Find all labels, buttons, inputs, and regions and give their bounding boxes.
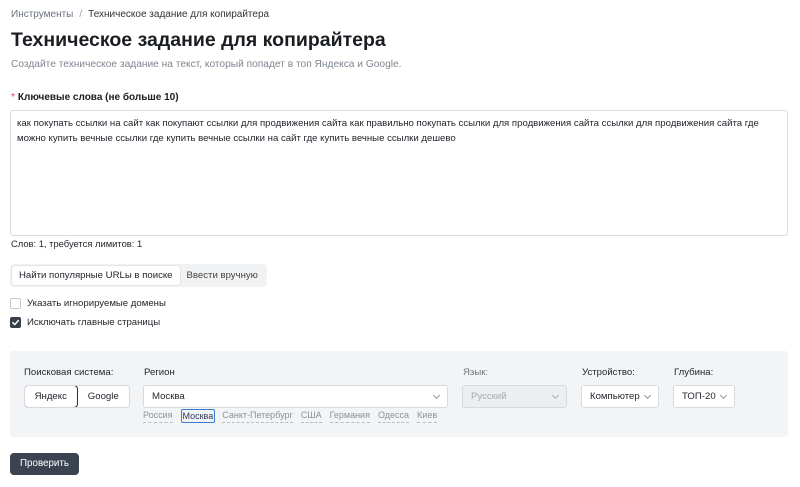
region-label: Регион	[144, 367, 175, 378]
region-link-germany[interactable]: Германия	[329, 409, 370, 423]
keywords-label-text: Ключевые слова (не больше 10)	[17, 92, 179, 103]
engine-switch: Яндекс Google	[24, 385, 130, 408]
language-label: Язык:	[463, 367, 489, 378]
depth-label: Глубина:	[674, 367, 714, 378]
checkmark-icon	[12, 319, 20, 326]
keywords-counter: Слов: 1, требуется лимитов: 1	[11, 238, 143, 249]
page: Инструменты / Техническое задание для копи…	[0, 0, 800, 487]
breadcrumb-current: Техническое задание для копирайтера	[88, 9, 270, 20]
breadcrumb-tools-link[interactable]: Инструменты	[11, 9, 73, 20]
breadcrumb: Инструменты / Техническое задание для копи…	[11, 9, 269, 20]
engine-label: Поисковая система:	[24, 367, 114, 378]
page-title: Техническое задание для копирайтера	[11, 29, 386, 51]
tab-manual-input[interactable]: Ввести вручную	[180, 266, 265, 285]
engine-yandex-button[interactable]: Яндекс	[25, 386, 78, 407]
breadcrumb-separator: /	[79, 9, 83, 20]
depth-value: ТОП-20	[682, 391, 716, 402]
chevron-down-icon	[643, 394, 652, 400]
language-value: Русский	[471, 391, 507, 402]
region-quick-links: Россия Москва Санкт-Петербург США Герман…	[143, 409, 445, 423]
device-value: Компьютер	[590, 391, 640, 402]
required-mark: *	[11, 92, 15, 103]
region-link-odessa[interactable]: Одесса	[377, 409, 410, 423]
region-link-usa[interactable]: США	[300, 409, 322, 423]
keywords-textarea[interactable]: как покупать ссылки на сайт как покупают…	[10, 110, 788, 236]
ignore-domains-checkbox[interactable]	[10, 298, 21, 309]
region-link-moscow[interactable]: Москва	[180, 409, 216, 423]
region-link-kiev[interactable]: Киев	[417, 409, 438, 423]
exclude-main-pages-checkbox-row[interactable]: Исключать главные страницы	[10, 317, 160, 328]
exclude-main-pages-checkbox[interactable]	[10, 317, 21, 328]
keywords-label: * Ключевые слова (не больше 10)	[11, 92, 179, 103]
check-button[interactable]: Проверить	[10, 453, 79, 475]
depth-select[interactable]: ТОП-20	[673, 385, 735, 408]
page-subtitle: Создайте техническое задание на текст, к…	[11, 59, 402, 70]
engine-google-button[interactable]: Google	[78, 386, 130, 407]
region-link-spb[interactable]: Санкт-Петербург	[222, 409, 293, 423]
mode-switch: Найти популярные URLы в поиске Ввести вр…	[10, 264, 267, 287]
device-select[interactable]: Компьютер	[581, 385, 659, 408]
region-link-russia[interactable]: Россия	[143, 409, 173, 423]
tab-find-popular-urls[interactable]: Найти популярные URLы в поиске	[12, 266, 180, 285]
device-label: Устройство:	[582, 367, 635, 378]
ignore-domains-label: Указать игнорируемые домены	[27, 298, 166, 309]
chevron-down-icon	[719, 394, 728, 400]
language-select: Русский	[462, 385, 567, 408]
ignore-domains-checkbox-row[interactable]: Указать игнорируемые домены	[10, 298, 166, 309]
chevron-down-icon	[551, 394, 560, 400]
region-value: Москва	[152, 391, 185, 402]
region-select[interactable]: Москва	[143, 385, 448, 408]
exclude-main-pages-label: Исключать главные страницы	[27, 317, 161, 328]
chevron-down-icon	[432, 394, 441, 400]
search-options-panel: Поисковая система: Яндекс Google Регион …	[10, 351, 788, 437]
